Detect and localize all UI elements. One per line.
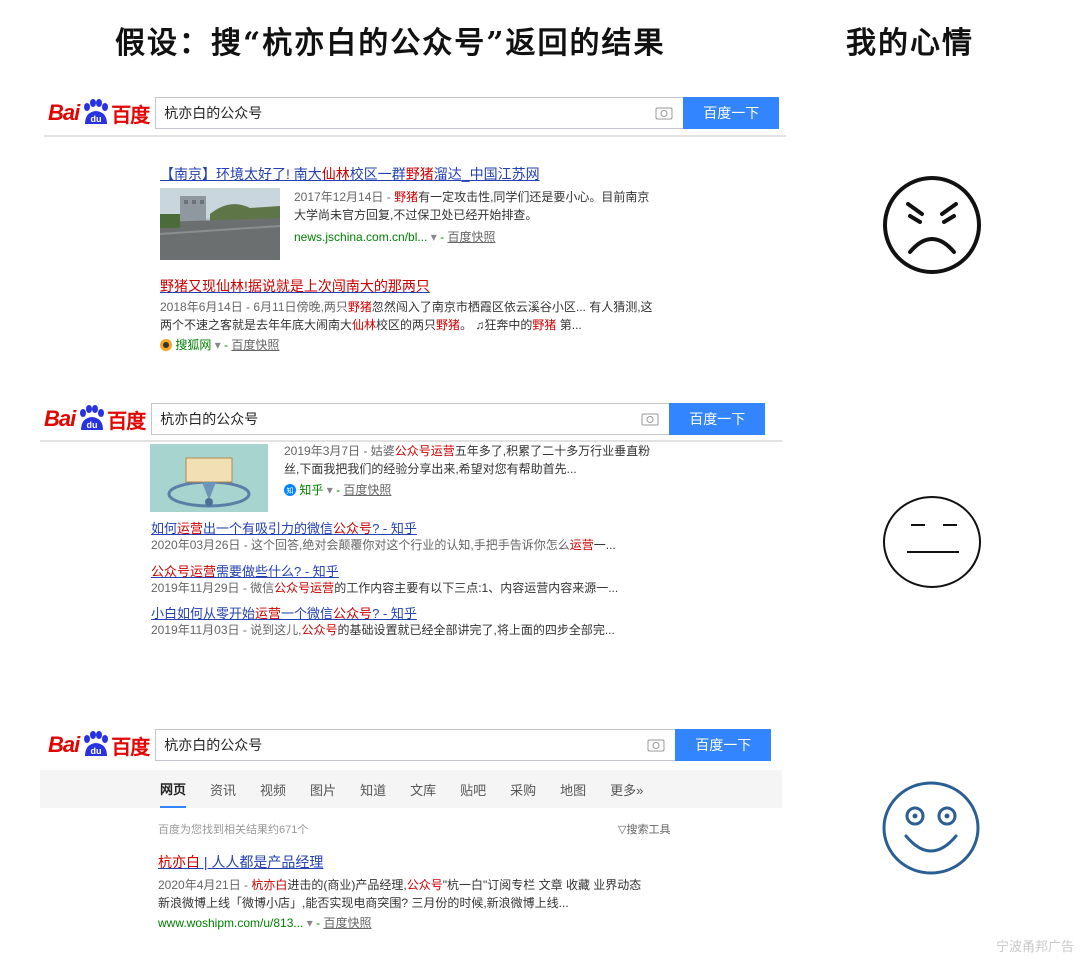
snapshot-link[interactable]: 百度快照 xyxy=(343,483,391,497)
result-snippet: 2019年3月7日 - 姑婆公众号运营五年多了,积累了二十多万行业垂直粉 xyxy=(284,444,651,458)
svg-text:du: du xyxy=(91,746,102,756)
search-button[interactable]: 百度一下 xyxy=(669,403,766,435)
search-input[interactable]: 杭亦白的公众号 xyxy=(151,403,670,435)
baidu-logo[interactable]: Bai du 百度 xyxy=(44,404,146,434)
result-source[interactable]: 搜狐网 ▾ - 百度快照 xyxy=(160,336,279,353)
tab-images[interactable]: 图片 xyxy=(310,770,336,808)
tab-video[interactable]: 视频 xyxy=(260,770,286,808)
result-title[interactable]: 公众号运营需要做些什么? - 知乎 xyxy=(151,561,339,580)
snapshot-link[interactable]: 百度快照 xyxy=(231,338,279,352)
sohu-icon xyxy=(160,339,172,351)
snapshot-link[interactable]: 百度快照 xyxy=(323,916,371,930)
search-input[interactable]: 杭亦白的公众号 xyxy=(155,729,676,761)
search-query: 杭亦白的公众号 xyxy=(160,411,259,427)
tab-news[interactable]: 资讯 xyxy=(210,770,236,808)
campus-road-image xyxy=(160,188,280,260)
baidu-logo[interactable]: Bai du 百度 xyxy=(48,730,150,760)
baidu-paw-icon: du xyxy=(84,99,109,124)
baidu-logo[interactable]: Bai du 百度 xyxy=(48,98,150,128)
result-snippet-line2: 大学尚未官方回复,不过保卫处已经开始排查。 xyxy=(294,208,538,222)
tab-tieba[interactable]: 贴吧 xyxy=(460,770,486,808)
result-url[interactable]: www.woshipm.com/u/813... ▾ - 百度快照 xyxy=(158,914,371,931)
result-snippet: 2019年11月29日 - 微信公众号运营的工作内容主要有以下三点:1、内容运营… xyxy=(151,581,619,595)
search-query: 杭亦白的公众号 xyxy=(164,737,263,753)
neutral-face-icon xyxy=(883,496,981,588)
tab-wenku[interactable]: 文库 xyxy=(410,770,436,808)
search-button[interactable]: 百度一下 xyxy=(683,97,780,129)
camera-icon[interactable] xyxy=(655,106,673,120)
result-snippet: 2019年11月03日 - 说到这儿,公众号的基础设置就已经全部讲完了,将上面的… xyxy=(151,623,615,637)
result-snippet-line2: 新浪微博上线「微博小店」,能否实现电商突围? 三月份的时候,新浪微博上线... xyxy=(158,896,569,910)
result-count: 百度为您找到相关结果约671个 xyxy=(158,824,309,836)
logo-du-text: 百度 xyxy=(111,104,150,127)
baidu-paw-icon: du xyxy=(80,405,105,430)
divider xyxy=(44,135,786,137)
tab-caigou[interactable]: 采购 xyxy=(510,770,536,808)
search-tabs: 网页 资讯 视频 图片 知道 文库 贴吧 采购 地图 更多» xyxy=(40,770,782,808)
mood-heading: 我的心情 xyxy=(846,26,974,61)
result-source[interactable]: 知 知乎 ▾ - 百度快照 xyxy=(284,481,391,498)
angry-face-icon xyxy=(883,176,981,274)
result-title[interactable]: 【南京】环境太好了! 南大仙林校区一群野猪溜达_中国江苏网 xyxy=(160,164,540,184)
logo-bai-text: Bai xyxy=(44,406,76,431)
watermark: 宁波甬邦广告 xyxy=(995,939,1074,954)
result-url[interactable]: news.jschina.com.cn/bl... ▾ - 百度快照 xyxy=(294,228,495,245)
result-title[interactable]: 杭亦白 | 人人都是产品经理 xyxy=(158,852,323,872)
camera-icon[interactable] xyxy=(647,738,665,752)
result-snippet-line2: 两个不速之客就是去年年底大闹南大仙林校区的两只野猪。 ♫狂奔中的野猪 第... xyxy=(160,318,582,332)
search-input[interactable]: 杭亦白的公众号 xyxy=(155,97,684,129)
result-snippet: 2020年4月21日 - 杭亦白进击的(商业)产品经理,公众号"杭一白"订阅专栏… xyxy=(158,878,642,892)
result-snippet: 2017年12月14日 - 野猪有一定攻击性,同学们还是要小心。目前南京 xyxy=(294,190,650,204)
baidu-paw-icon: du xyxy=(84,731,109,756)
search-bar: Bai du 百度 杭亦白的公众号 百度一下 xyxy=(44,400,766,438)
logo-du-text: 百度 xyxy=(107,410,146,433)
signboard-image xyxy=(150,444,268,512)
search-bar: Bai du 百度 杭亦白的公众号 百度一下 xyxy=(48,726,772,764)
svg-text:du: du xyxy=(87,420,98,430)
slide-title: 假设：搜“杭亦白的公众号”返回的结果 xyxy=(115,26,666,61)
snapshot-link[interactable]: 百度快照 xyxy=(447,230,495,244)
result-title[interactable]: 小白如何从零开始运营一个微信公众号? - 知乎 xyxy=(151,603,417,622)
logo-du-text: 百度 xyxy=(111,736,150,759)
camera-icon[interactable] xyxy=(641,412,659,426)
result-title[interactable]: 如何运营出一个有吸引力的微信公众号? - 知乎 xyxy=(151,518,417,537)
result-snippet: 2020年03月26日 - 这个回答,绝对会颠覆你对这个行业的认知,手把手告诉你… xyxy=(151,538,616,552)
result-thumbnail[interactable] xyxy=(160,188,280,260)
svg-text:du: du xyxy=(91,114,102,124)
tab-zhidao[interactable]: 知道 xyxy=(360,770,386,808)
result-snippet-line2: 丝,下面我把我们的经验分享出来,希望对您有帮助首先... xyxy=(284,462,577,476)
search-query: 杭亦白的公众号 xyxy=(164,105,263,121)
result-thumbnail[interactable] xyxy=(150,444,268,512)
logo-bai-text: Bai xyxy=(48,100,80,125)
zhihu-icon: 知 xyxy=(284,484,296,496)
svg-text:知: 知 xyxy=(287,486,294,495)
happy-face-icon xyxy=(882,781,980,875)
search-bar: Bai du 百度 杭亦白的公众号 百度一下 xyxy=(48,94,780,132)
search-button[interactable]: 百度一下 xyxy=(675,729,772,761)
logo-bai-text: Bai xyxy=(48,732,80,757)
tab-webpage[interactable]: 网页 xyxy=(160,770,187,808)
tab-more[interactable]: 更多» xyxy=(610,770,643,808)
search-tools-button[interactable]: ▽搜索工具 xyxy=(618,821,670,837)
result-snippet: 2018年6月14日 - 6月11日傍晚,两只野猪忽然闯入了南京市栖霞区依云溪谷… xyxy=(160,300,653,314)
tab-map[interactable]: 地图 xyxy=(560,770,586,808)
result-title[interactable]: 野猪又现仙林!据说就是上次闯南大的那两只 xyxy=(160,276,430,296)
